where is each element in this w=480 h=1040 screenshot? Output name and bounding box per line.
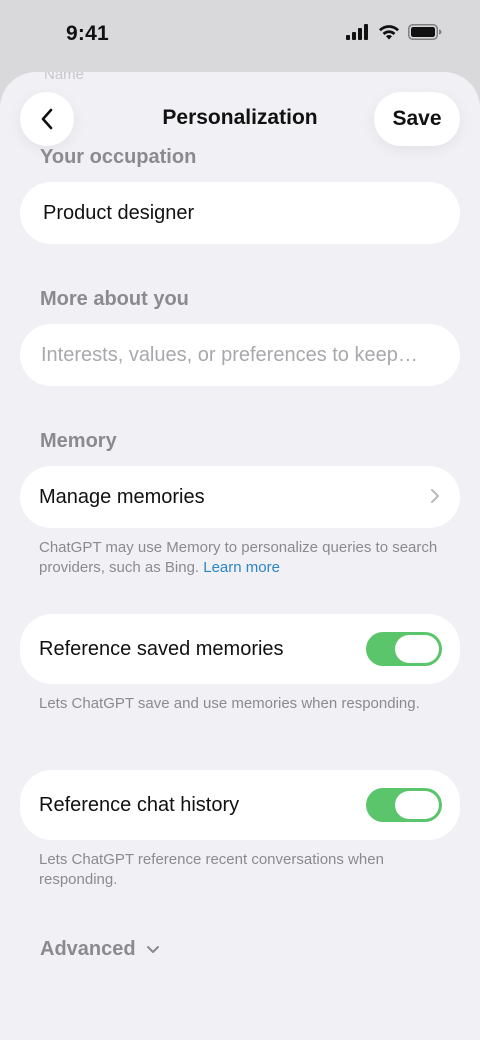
status-icons [346,24,442,40]
chevron-right-icon [431,489,439,503]
chevron-down-icon [146,946,159,953]
occupation-label: Your occupation [40,146,197,168]
reference-chat-history-label: Reference chat history [39,793,240,816]
manage-memories-row[interactable]: Manage memories [20,466,460,528]
wifi-icon [379,25,399,40]
battery-icon [408,24,442,40]
reference-chat-history-row: Reference chat history [20,770,460,840]
manage-memories-label: Manage memories [39,485,205,508]
reference-chat-helper: Lets ChatGPT reference recent conversati… [39,851,384,888]
learn-more-link[interactable]: Learn more [203,559,280,576]
occupation-field[interactable]: Product designer [20,182,460,244]
memory-helper: ChatGPT may use Memory to personalize qu… [39,538,439,578]
more-about-field[interactable]: Interests, values, or preferences to kee… [20,324,460,386]
reference-saved-memories-label: Reference saved memories [39,637,284,660]
reference-chat-history-toggle[interactable] [366,788,442,822]
cellular-icon [346,24,368,40]
reference-saved-memories-row: Reference saved memories [20,614,460,684]
advanced-toggle[interactable]: Advanced [40,938,160,961]
scrolled-field-label: Name [44,72,85,83]
memory-label: Memory [40,430,117,452]
reference-saved-memories-toggle[interactable] [366,632,442,666]
status-bar: 9:41 [0,0,480,72]
more-about-placeholder: Interests, values, or preferences to kee… [41,343,418,366]
reference-saved-helper: Lets ChatGPT save and use memories when … [39,695,420,712]
occupation-value: Product designer [43,201,195,224]
personalization-sheet: Name Personalization Save Your occupatio… [0,72,480,1040]
status-time: 9:41 [66,22,109,45]
save-button[interactable]: Save [374,92,460,146]
more-about-label: More about you [40,288,189,310]
toggle-knob [395,791,439,819]
advanced-label: Advanced [40,938,136,960]
toggle-knob [395,635,439,663]
